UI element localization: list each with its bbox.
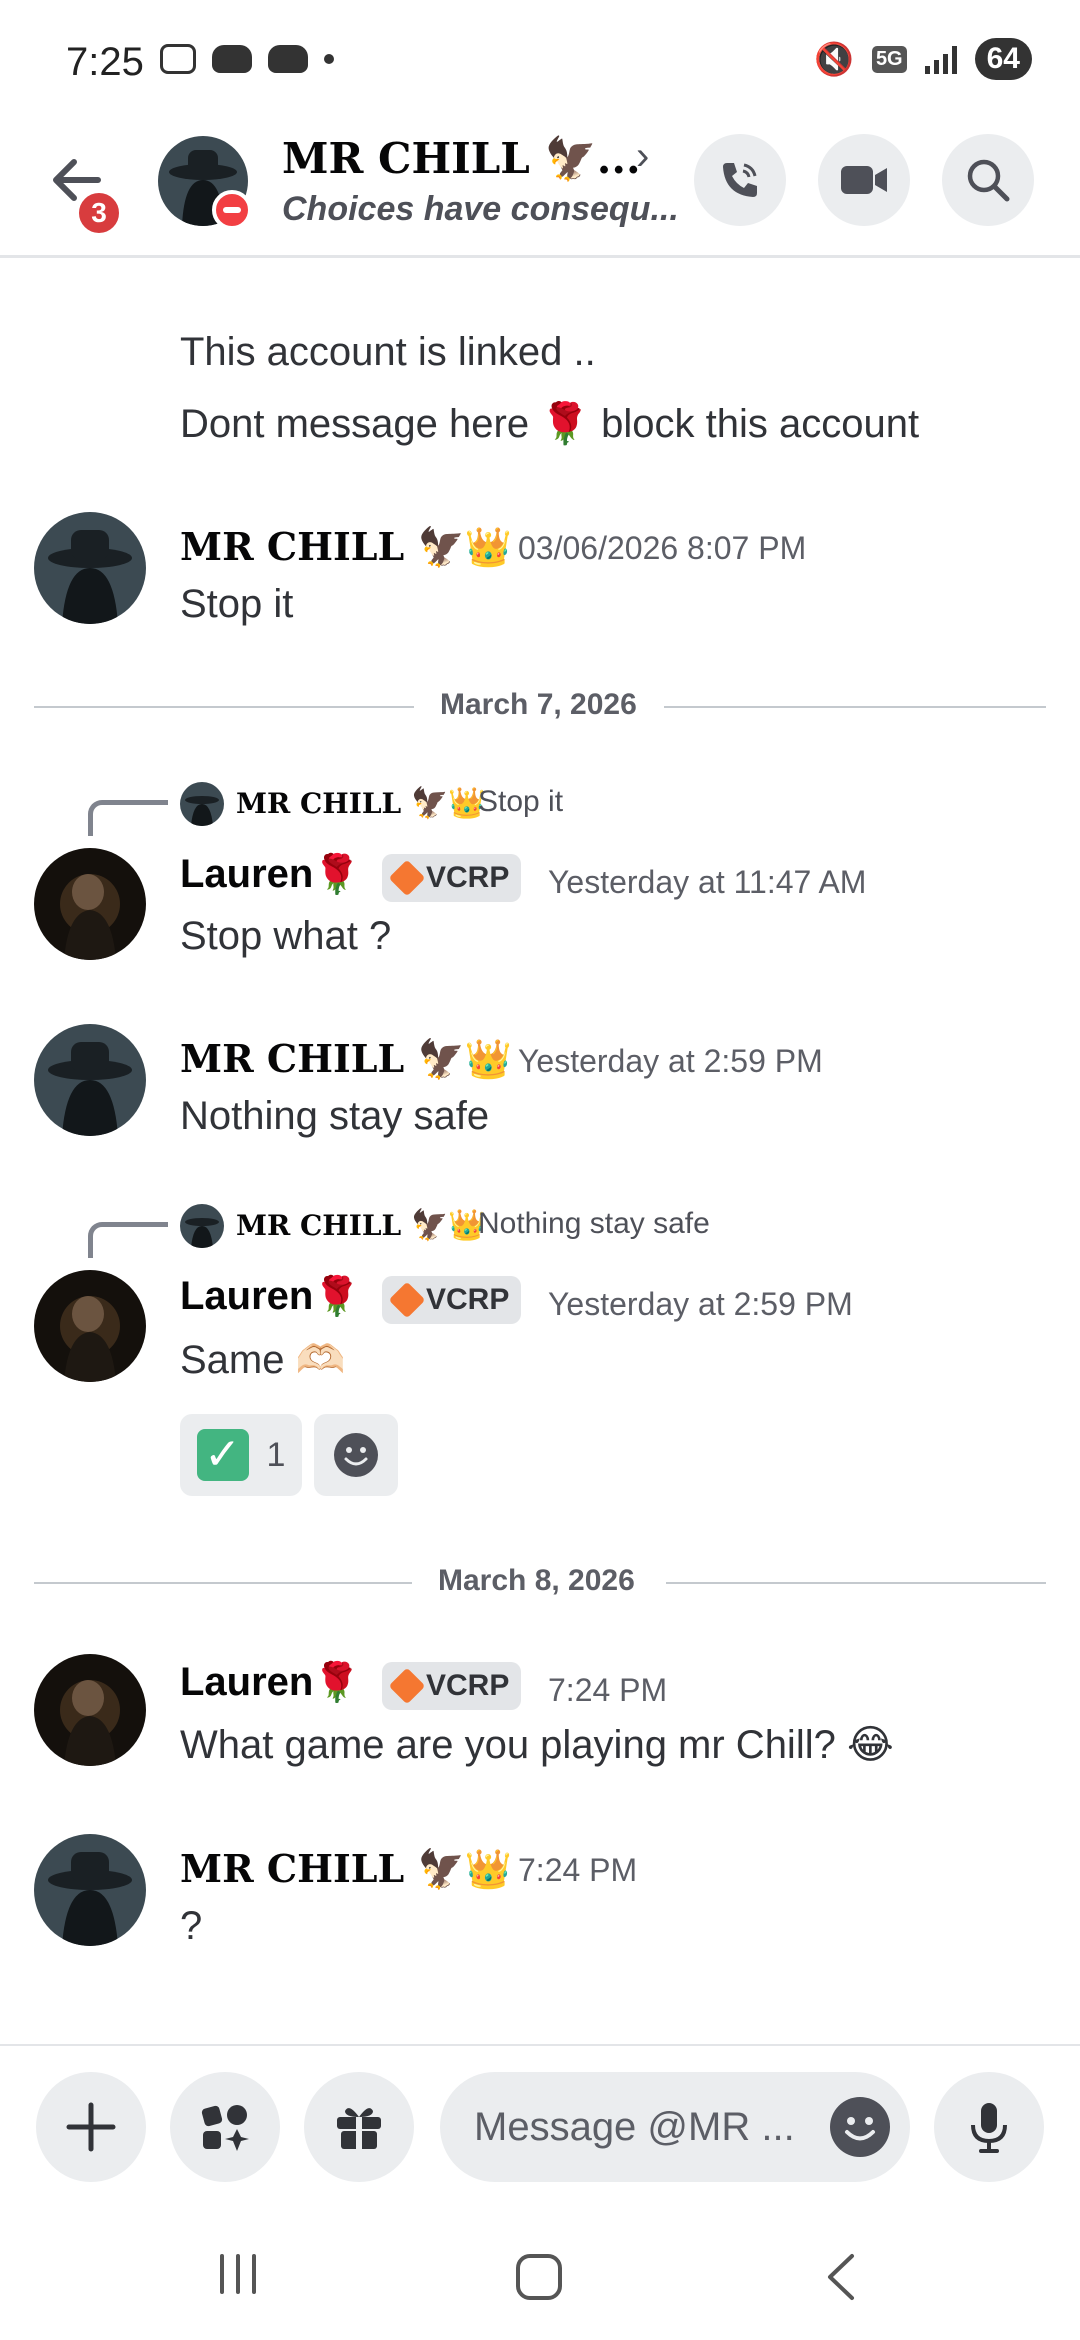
- message-composer: [0, 2044, 1080, 2204]
- avatar[interactable]: [34, 1024, 146, 1136]
- chevron-right-icon[interactable]: ›: [636, 134, 649, 179]
- message-text: Nothing stay safe: [180, 1094, 490, 1138]
- gift-button[interactable]: [304, 2072, 414, 2182]
- recents-icon: [220, 2254, 256, 2294]
- notification-dot-icon: [324, 54, 334, 64]
- video-camera-icon: [841, 166, 887, 194]
- voice-message-button[interactable]: [934, 2072, 1044, 2182]
- message-author[interactable]: Lauren🌹: [180, 1660, 361, 1705]
- message-text: ?: [180, 1904, 203, 1948]
- gem-icon: [388, 859, 426, 897]
- home-icon: [516, 2254, 562, 2300]
- avatar[interactable]: [34, 1270, 146, 1382]
- message-input[interactable]: [474, 2096, 814, 2158]
- message-author[interactable]: MR CHILL 🦅👑: [180, 1036, 512, 1082]
- add-reaction-button[interactable]: [314, 1414, 398, 1496]
- message-timestamp: Yesterday at 11:47 AM: [548, 864, 867, 900]
- screenshot-icon: [160, 44, 196, 74]
- emoji-icon: [845, 2117, 875, 2141]
- status-bar: 7:25 🔇 5G 64: [0, 0, 1080, 120]
- chevron-left-icon: [828, 2254, 854, 2300]
- chat-header: 3 MR CHILL 🦅... › Choices have consequ..…: [0, 120, 1080, 258]
- message-timestamp: 03/06/2026 8:07 PM: [518, 530, 807, 566]
- apps-button[interactable]: [170, 2072, 280, 2182]
- gem-icon: [388, 1281, 426, 1319]
- gift-icon: [337, 2108, 381, 2149]
- conversation-title[interactable]: MR CHILL 🦅...: [282, 134, 641, 184]
- message-timestamp: Yesterday at 2:59 PM: [548, 1286, 853, 1322]
- system-message-line: This account is linked ..: [180, 330, 596, 374]
- message-input-container[interactable]: [440, 2072, 910, 2182]
- message-timestamp: 7:24 PM: [518, 1852, 638, 1888]
- message-author[interactable]: Lauren🌹: [180, 1274, 361, 1319]
- signal-icon: [924, 44, 957, 74]
- add-attachment-button[interactable]: [36, 2072, 146, 2182]
- emoji-icon: [334, 1433, 378, 1477]
- emoji-picker-button[interactable]: [830, 2097, 890, 2157]
- phone-icon: [723, 163, 757, 197]
- server-tag[interactable]: VCRP: [382, 1662, 522, 1710]
- system-message-line: Dont message here 🌹 block this account: [180, 402, 920, 446]
- recent-apps-button[interactable]: [214, 2252, 262, 2301]
- battery-indicator: 64: [974, 38, 1032, 80]
- message-text: Stop it: [180, 582, 294, 626]
- server-tag[interactable]: VCRP: [382, 1276, 522, 1324]
- discord-icon: [268, 45, 308, 73]
- reply-preview[interactable]: Stop it: [478, 785, 563, 819]
- home-button[interactable]: [514, 2252, 564, 2307]
- avatar[interactable]: [34, 1654, 146, 1766]
- status-time: 7:25: [66, 40, 144, 84]
- avatar: [180, 782, 224, 826]
- message-timestamp: Yesterday at 2:59 PM: [518, 1043, 823, 1079]
- reply-preview[interactable]: Nothing stay safe: [478, 1207, 710, 1241]
- avatar[interactable]: [34, 1834, 146, 1946]
- gem-icon: [388, 1667, 426, 1705]
- video-call-button[interactable]: [818, 134, 910, 226]
- reply-author[interactable]: MR CHILL 🦅👑: [236, 786, 486, 821]
- system-navigation-bar: [0, 2204, 1080, 2340]
- dnd-status-icon: [212, 190, 252, 230]
- message-timestamp: 7:24 PM: [548, 1672, 668, 1708]
- avatar[interactable]: [34, 848, 146, 960]
- reply-author[interactable]: MR CHILL 🦅👑: [236, 1208, 486, 1243]
- microphone-icon: [971, 2103, 1007, 2153]
- avatar: [180, 1204, 224, 1248]
- search-icon: [967, 159, 1010, 202]
- apps-icon: [201, 2105, 249, 2151]
- discord-icon: [212, 45, 252, 73]
- server-tag[interactable]: VCRP: [382, 854, 522, 902]
- message-text: Stop what ?: [180, 914, 392, 958]
- check-mark-icon: ✓: [196, 1429, 249, 1481]
- message-text: What game are you playing mr Chill? 😂: [180, 1723, 894, 1767]
- voice-call-button[interactable]: [694, 134, 786, 226]
- message-author[interactable]: MR CHILL 🦅👑: [180, 524, 512, 570]
- search-button[interactable]: [942, 134, 1034, 226]
- system-back-button[interactable]: [822, 2252, 858, 2307]
- unread-badge: 3: [76, 190, 122, 236]
- avatar[interactable]: [34, 512, 146, 624]
- message-text: Same 🫶🏻: [180, 1338, 346, 1382]
- network-5g-icon: 5G: [871, 45, 907, 73]
- date-divider: March 7, 2026: [34, 686, 1046, 726]
- plus-icon: [66, 2102, 116, 2152]
- mute-icon: 🔇: [814, 41, 854, 77]
- message-author[interactable]: Lauren🌹: [180, 852, 361, 897]
- reaction-check[interactable]: ✓ 1: [180, 1414, 302, 1496]
- message-author[interactable]: MR CHILL 🦅👑: [180, 1846, 512, 1892]
- date-divider: March 8, 2026: [34, 1562, 1046, 1602]
- reply-connector: [88, 800, 168, 836]
- reply-connector: [88, 1222, 168, 1258]
- custom-status: Choices have consequ...: [282, 190, 679, 228]
